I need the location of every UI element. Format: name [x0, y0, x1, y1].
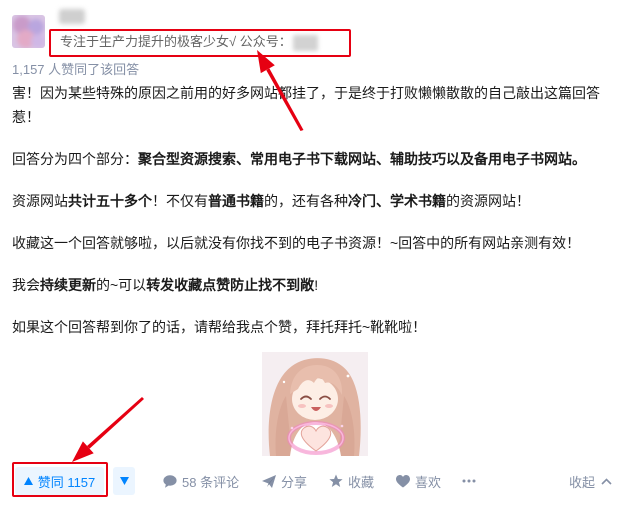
more-icon: [462, 479, 476, 483]
vote-summary: 1,157 人赞同了该回答: [12, 62, 140, 77]
text-segment: 如果这个回答帮到你了的话，请帮给我点个赞，拜托拜托~靴靴啦！: [12, 319, 427, 335]
collect-label: 收藏: [348, 474, 375, 490]
share-label: 分享: [281, 474, 308, 490]
more-button[interactable]: [462, 472, 476, 490]
comment-icon: [163, 474, 177, 488]
text-segment: ！不仅有: [152, 193, 208, 209]
upvote-label: 赞同 1157: [37, 474, 96, 490]
paragraph-sections: 回答分为四个部分：聚合型资源搜索、常用电子书下载网站、辅助技巧以及备用电子书网站…: [12, 147, 608, 171]
text-segment: 资源网站: [12, 193, 68, 209]
share-icon: [262, 474, 276, 488]
account-name-redacted: [293, 35, 318, 51]
collect-button[interactable]: 收藏: [329, 472, 374, 490]
star-icon: [329, 474, 343, 487]
paragraph-collect: 收藏这一个回答就够啦，以后就没有你找不到的电子书资源！~回答中的所有网站亲测有效…: [12, 231, 608, 255]
avatar[interactable]: [12, 15, 45, 48]
anime-girl-illustration: [262, 352, 368, 456]
like-button[interactable]: 喜欢: [396, 472, 441, 490]
bold-segment: 共计五十多个: [68, 193, 152, 209]
text-segment: 我会: [12, 277, 40, 293]
author-headline: 专注于生产力提升的极客少女√ 公众号：: [60, 34, 292, 49]
paragraph-site-count: 资源网站共计五十多个！不仅有普通书籍的，还有各种冷门、学术书籍的资源网站！: [12, 189, 608, 213]
bold-segment: 普通书籍: [208, 193, 264, 209]
avatar-image: [12, 15, 45, 48]
downvote-arrow-icon: [119, 477, 129, 485]
text-segment: 害！因为某些特殊的原因之前用的好多网站都挂了，于是终于打败懒懒散散的自己敲出这篇…: [12, 85, 600, 125]
heart-icon: [396, 474, 410, 487]
paragraph-request: 如果这个回答帮到你了的话，请帮给我点个赞，拜托拜托~靴靴啦！: [12, 315, 608, 339]
bold-segment: 持续更新: [40, 277, 96, 293]
like-label: 喜欢: [415, 474, 442, 490]
text-segment: 的~可以: [96, 277, 147, 293]
collapse-label: 收起: [569, 474, 596, 490]
paragraph-intro: 害！因为某些特殊的原因之前用的好多网站都挂了，于是终于打败懒懒散散的自己敲出这篇…: [12, 81, 608, 129]
action-bar: 赞同 1157 58 条评论 分享 收藏 喜欢 收起: [0, 460, 622, 502]
collapse-button[interactable]: 收起: [569, 472, 612, 490]
answer-card: 专注于生产力提升的极客少女√ 公众号： 1,157 人赞同了该回答 害！因为某些…: [0, 0, 622, 516]
bold-segment: 转发收藏点赞防止找不到敞: [146, 277, 315, 293]
text-segment: 回答分为四个部分：: [12, 151, 138, 167]
downvote-button[interactable]: [113, 467, 135, 495]
text-segment: 收藏这一个回答就够啦，以后就没有你找不到的电子书资源！~回答中的所有网站亲测有效…: [12, 235, 581, 251]
text-segment: 的资源网站！: [446, 193, 530, 209]
share-button[interactable]: 分享: [262, 472, 307, 490]
bold-segment: 聚合型资源搜索、常用电子书下载网站、辅助技巧以及备用电子书网站。: [138, 151, 586, 167]
comments-label: 58 条评论: [182, 474, 240, 490]
text-segment: !: [314, 277, 319, 293]
author-name-redacted[interactable]: [59, 9, 85, 24]
upvote-button[interactable]: 赞同 1157: [15, 467, 104, 495]
annotation-arrow-upvote: [72, 397, 144, 462]
bold-segment: 冷门、学术书籍: [348, 193, 446, 209]
text-segment: 的，还有各种: [264, 193, 348, 209]
upvote-arrow-icon: [23, 477, 33, 485]
chevron-up-icon: [601, 477, 612, 485]
answer-content: 害！因为某些特殊的原因之前用的好多网站都挂了，于是终于打败懒懒散散的自己敲出这篇…: [12, 81, 608, 357]
paragraph-update: 我会持续更新的~可以转发收藏点赞防止找不到敞!: [12, 273, 608, 297]
answer-image[interactable]: [262, 352, 368, 456]
comments-button[interactable]: 58 条评论: [163, 472, 239, 490]
